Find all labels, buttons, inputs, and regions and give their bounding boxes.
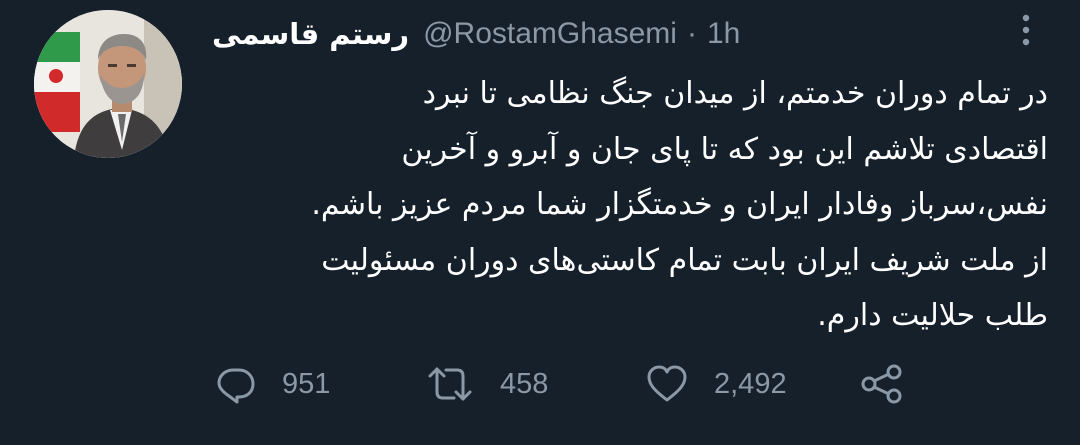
tweet-text-line: نفس،سرباز وفادار ایران و خدمتگزار شما مر… xyxy=(311,187,1048,222)
like-button[interactable]: 2,492 xyxy=(646,360,787,408)
tweet-text-line: از ملت شریف ایران بابت تمام کاستی‌های دو… xyxy=(321,242,1048,278)
tweet-text-line: طلب حلالیت دارم. xyxy=(817,298,1048,333)
share-icon xyxy=(861,364,902,404)
tweet-text-line: در تمام دوران خدمتم، از میدان جنگ نظامی … xyxy=(422,76,1048,111)
avatar[interactable] xyxy=(34,10,182,158)
tweet-actions: 951 458 2,492 xyxy=(214,360,934,408)
heart-icon xyxy=(647,365,687,402)
tweet-timestamp[interactable]: 1h xyxy=(707,17,740,51)
tweet-card[interactable]: رستم قاسمی @RostamGhasemi · 1h در تمام د… xyxy=(0,0,1080,445)
reply-button[interactable]: 951 xyxy=(216,360,330,408)
more-vertical-icon xyxy=(1022,14,1030,46)
reply-count: 951 xyxy=(282,367,331,400)
share-button[interactable] xyxy=(860,360,904,408)
reply-icon xyxy=(217,368,255,404)
retweet-button[interactable]: 458 xyxy=(426,360,548,408)
header-separator: · xyxy=(686,17,697,50)
more-options-button[interactable] xyxy=(1006,10,1046,50)
profile-photo xyxy=(34,10,182,158)
user-handle[interactable]: @RostamGhasemi xyxy=(423,17,677,51)
tweet-text: در تمام دوران خدمتم، از میدان جنگ نظامی … xyxy=(212,66,1048,344)
like-count: 2,492 xyxy=(714,367,787,400)
tweet-header: رستم قاسمی @RostamGhasemi · 1h xyxy=(212,12,740,56)
tweet-text-line: اقتصادی تلاشم این بود که تا پای جان و آب… xyxy=(401,131,1048,167)
retweet-count: 458 xyxy=(500,367,549,400)
retweet-icon xyxy=(428,367,472,401)
display-name[interactable]: رستم قاسمی xyxy=(212,17,409,51)
